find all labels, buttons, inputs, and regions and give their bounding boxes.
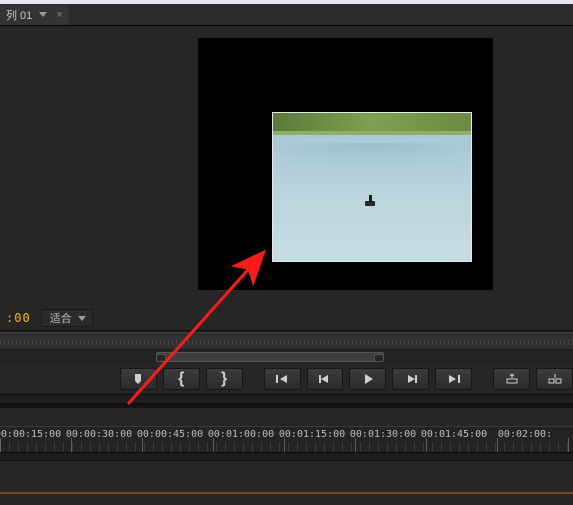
timeline-track-area[interactable] bbox=[0, 460, 573, 492]
extract-button[interactable] bbox=[536, 368, 573, 390]
monitor-controls: :00 适合 bbox=[0, 306, 573, 330]
mark-in-button[interactable]: { bbox=[163, 368, 200, 390]
transport-controls: { } bbox=[0, 364, 573, 394]
tab-close-button[interactable]: × bbox=[56, 9, 62, 21]
tab-menu-icon[interactable] bbox=[36, 8, 50, 22]
sequence-tab-label: 列 01 bbox=[6, 7, 32, 23]
video-frame-preview bbox=[272, 112, 472, 262]
step-back-button[interactable] bbox=[307, 368, 344, 390]
panel-tab-bar: 列 01 × bbox=[0, 4, 573, 26]
go-to-out-button[interactable] bbox=[435, 368, 472, 390]
zoom-scrollbar-thumb[interactable] bbox=[156, 352, 384, 362]
lift-button[interactable] bbox=[493, 368, 530, 390]
zoom-fit-label: 适合 bbox=[50, 310, 72, 326]
mark-out-icon: } bbox=[221, 370, 227, 388]
monitor-zoom-scrollbar[interactable] bbox=[0, 350, 573, 364]
timeline-ruler[interactable]: 00:00:15:0000:00:30:0000:00:45:0000:01:0… bbox=[0, 426, 573, 452]
monitor-time-ruler[interactable] bbox=[0, 332, 573, 350]
go-to-in-button[interactable] bbox=[264, 368, 301, 390]
mark-out-button[interactable]: } bbox=[206, 368, 243, 390]
video-canvas[interactable] bbox=[198, 38, 493, 290]
program-monitor bbox=[0, 26, 573, 306]
panel-divider[interactable] bbox=[0, 394, 573, 404]
zoom-fit-dropdown[interactable]: 适合 bbox=[41, 309, 93, 327]
mark-in-icon: { bbox=[178, 370, 184, 388]
timeline-selection-highlight bbox=[0, 492, 573, 494]
step-forward-button[interactable] bbox=[392, 368, 429, 390]
sequence-tab[interactable]: 列 01 × bbox=[0, 5, 69, 25]
add-marker-button[interactable] bbox=[120, 368, 157, 390]
play-button[interactable] bbox=[349, 368, 386, 390]
current-timecode[interactable]: :00 bbox=[6, 311, 31, 325]
chevron-down-icon bbox=[78, 316, 86, 321]
